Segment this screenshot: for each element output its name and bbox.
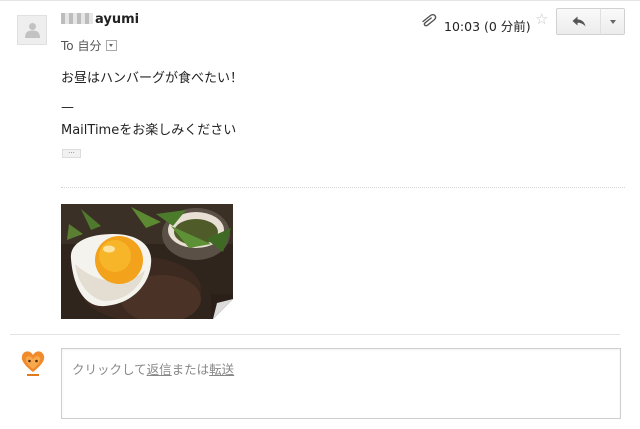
heart-logo-icon bbox=[21, 351, 45, 376]
fried-egg-hamburger-photo bbox=[61, 204, 233, 319]
reply-button[interactable] bbox=[556, 8, 601, 35]
sender-name-text: ayumi bbox=[95, 12, 140, 27]
more-options-button[interactable] bbox=[600, 8, 625, 35]
reply-arrow-icon bbox=[572, 16, 586, 27]
recipient-line: To 自分 bbox=[61, 37, 118, 54]
attachment-thumbnail[interactable] bbox=[61, 204, 233, 319]
reply-hint-middle: または bbox=[171, 362, 210, 377]
sender-avatar[interactable] bbox=[17, 15, 47, 45]
person-silhouette-icon bbox=[25, 23, 40, 38]
reply-divider bbox=[10, 334, 620, 335]
reply-hint-prefix: クリックして bbox=[72, 362, 147, 377]
paperclip-icon bbox=[422, 13, 437, 27]
reply-compose-box[interactable]: クリックして返信または転送 bbox=[61, 348, 621, 419]
signature-separator: — bbox=[61, 100, 74, 115]
show-trimmed-content-button[interactable]: ··· bbox=[62, 149, 81, 158]
redacted-sender-prefix bbox=[61, 13, 93, 24]
recipient-details-toggle[interactable] bbox=[106, 40, 118, 51]
page-curl-corner bbox=[213, 299, 233, 319]
message-timestamp: 10:03 (0 分前) bbox=[444, 19, 531, 34]
attachment-divider bbox=[61, 187, 625, 188]
message-body-line: お昼はハンバーグが食べたい！ bbox=[61, 71, 244, 86]
top-divider bbox=[0, 0, 640, 1]
forward-link[interactable]: 転送 bbox=[209, 362, 234, 377]
recipient-label: To 自分 bbox=[61, 39, 102, 53]
reply-hint: クリックして返信または転送 bbox=[72, 359, 234, 378]
star-icon[interactable]: ☆ bbox=[535, 10, 548, 28]
reply-link[interactable]: 返信 bbox=[147, 362, 172, 377]
sender-name[interactable]: ayumi bbox=[61, 12, 139, 27]
signature-text: MailTimeをお楽しみください bbox=[61, 123, 237, 138]
